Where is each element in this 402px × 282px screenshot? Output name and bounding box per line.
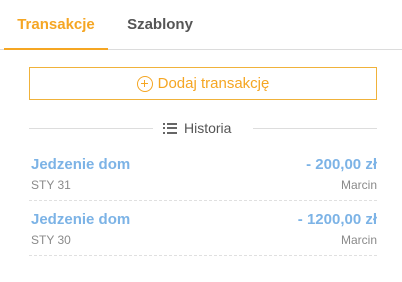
plus-circle-icon (136, 75, 153, 92)
add-transaction-label: Dodaj transakcję (157, 75, 270, 92)
transactions-panel: Transakcje Szablony Dodaj transakcję His… (0, 0, 402, 282)
transaction-amount: - 200,00 zł (306, 156, 377, 173)
transaction-date: STY 31 (31, 178, 71, 192)
transaction-user: Marcin (340, 178, 377, 192)
history-heading: Historia (163, 118, 231, 138)
tab-bar: Transakcje Szablony (0, 0, 402, 50)
transaction-user: Marcin (340, 233, 377, 247)
transaction-row[interactable]: Jedzenie dom - 1200,00 zł STY 30 Marcin (29, 211, 377, 256)
transaction-row[interactable]: Jedzenie dom - 200,00 zł STY 31 Marcin (29, 156, 377, 201)
add-transaction-button[interactable]: Dodaj transakcję (29, 67, 377, 100)
transaction-name: Jedzenie dom (31, 156, 131, 173)
divider-line-left (29, 128, 153, 129)
divider-line-right (253, 128, 377, 129)
tab-transakcje[interactable]: Transakcje (4, 0, 108, 50)
history-label: Historia (184, 120, 232, 136)
transaction-amount: - 1200,00 zł (297, 211, 377, 228)
list-icon (163, 122, 177, 134)
history-divider: Historia (29, 118, 377, 138)
transaction-name: Jedzenie dom (31, 211, 131, 228)
tab-szablony[interactable]: Szablony (108, 0, 212, 50)
transaction-date: STY 30 (31, 233, 71, 247)
